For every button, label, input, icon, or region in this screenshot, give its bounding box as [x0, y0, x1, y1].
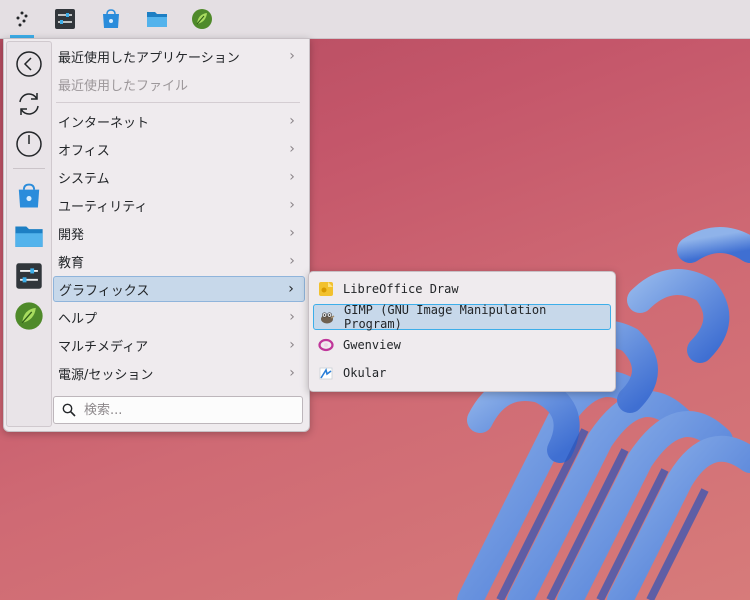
power-icon: [16, 131, 42, 157]
category-label: 開発: [58, 227, 85, 243]
system-settings-launcher[interactable]: [47, 0, 83, 38]
chevron-right-icon: ›: [289, 225, 295, 241]
folder-icon: [147, 12, 167, 27]
chevron-right-icon: ›: [289, 169, 295, 185]
settings-icon: [16, 263, 42, 289]
category-label: 教育: [58, 255, 85, 271]
category-development[interactable]: 開発 ›: [53, 220, 305, 246]
app-gimp[interactable]: GIMP (GNU Image Manipulation Program): [313, 303, 611, 331]
kickoff-icon: [16, 11, 28, 27]
back-arrow-icon: [16, 51, 42, 77]
app-gwenview[interactable]: Gwenview: [313, 332, 611, 358]
application-menu: 最近使用したアプリケーション › 最近使用したファイル インターネット › オフ…: [3, 38, 310, 432]
category-label: グラフィックス: [59, 283, 150, 299]
app-label: LibreOffice Draw: [343, 282, 459, 296]
chevron-right-icon: ›: [288, 281, 294, 297]
search-input[interactable]: [82, 401, 286, 419]
graphics-submenu: LibreOffice Draw GIMP (GNU Image Manipul…: [308, 271, 616, 392]
discover-icon: [103, 9, 119, 28]
chevron-right-icon: ›: [289, 253, 295, 269]
category-label: ヘルプ: [58, 311, 98, 327]
app-label: Gwenview: [343, 338, 401, 352]
sidebar-system-settings[interactable]: [13, 260, 45, 292]
libreoffice-draw-icon: [318, 281, 334, 297]
search-icon: [62, 403, 76, 417]
category-label: 最近使用したアプリケーション: [58, 50, 240, 66]
chevron-right-icon: ›: [289, 365, 295, 381]
category-label: マルチメディア: [58, 339, 149, 355]
category-label: システム: [58, 171, 110, 187]
category-education[interactable]: 教育 ›: [53, 248, 305, 274]
category-system[interactable]: システム ›: [53, 164, 305, 190]
leaf-icon: [15, 302, 43, 330]
leaf-icon: [192, 9, 212, 29]
category-multimedia[interactable]: マルチメディア ›: [53, 332, 305, 358]
power-button[interactable]: [13, 128, 45, 160]
category-power-session[interactable]: 電源/セッション ›: [53, 360, 305, 386]
category-label: オフィス: [58, 143, 110, 159]
category-recent-files: 最近使用したファイル: [53, 71, 305, 97]
category-label: 電源/セッション: [58, 367, 154, 383]
back-button[interactable]: [13, 48, 45, 80]
category-label: インターネット: [58, 115, 150, 131]
app-libreoffice-draw[interactable]: LibreOffice Draw: [313, 276, 611, 302]
chevron-right-icon: ›: [289, 197, 295, 213]
refresh-button[interactable]: [13, 88, 45, 120]
gwenview-icon: [318, 337, 334, 353]
app-okular[interactable]: Okular: [313, 360, 611, 386]
chevron-right-icon: ›: [289, 141, 295, 157]
kickoff-launcher-button[interactable]: [4, 0, 40, 38]
top-panel: [0, 0, 750, 39]
chevron-right-icon: ›: [289, 337, 295, 353]
category-graphics[interactable]: グラフィックス ›: [53, 276, 305, 302]
menu-sidebar: [6, 41, 52, 427]
category-office[interactable]: オフィス ›: [53, 136, 305, 162]
category-internet[interactable]: インターネット ›: [53, 108, 305, 134]
app-label: GIMP (GNU Image Manipulation Program): [344, 303, 547, 331]
category-recent-applications[interactable]: 最近使用したアプリケーション ›: [53, 43, 305, 69]
chevron-right-icon: ›: [289, 113, 295, 129]
discover-icon: [18, 183, 40, 208]
menu-separator: [56, 102, 300, 103]
folder-icon: [15, 226, 43, 247]
category-utilities[interactable]: ユーティリティ ›: [53, 192, 305, 218]
search-field[interactable]: [53, 396, 303, 424]
okular-icon: [318, 365, 334, 381]
sidebar-dolphin[interactable]: [13, 220, 45, 252]
sidebar-libreoffice-draw[interactable]: [13, 300, 45, 332]
dolphin-launcher[interactable]: [139, 0, 175, 38]
chevron-right-icon: ›: [289, 48, 295, 64]
category-label: ユーティリティ: [58, 199, 148, 215]
category-help[interactable]: ヘルプ ›: [53, 304, 305, 330]
chevron-right-icon: ›: [289, 309, 295, 325]
discover-launcher[interactable]: [93, 0, 129, 38]
settings-icon: [55, 9, 75, 29]
sidebar-separator: [13, 168, 45, 169]
app-label: Okular: [343, 366, 387, 380]
refresh-icon: [19, 93, 39, 115]
sidebar-discover[interactable]: [13, 180, 45, 212]
libreoffice-draw-launcher[interactable]: [184, 0, 220, 38]
category-label: 最近使用したファイル: [58, 78, 189, 94]
gimp-icon: [319, 309, 335, 325]
